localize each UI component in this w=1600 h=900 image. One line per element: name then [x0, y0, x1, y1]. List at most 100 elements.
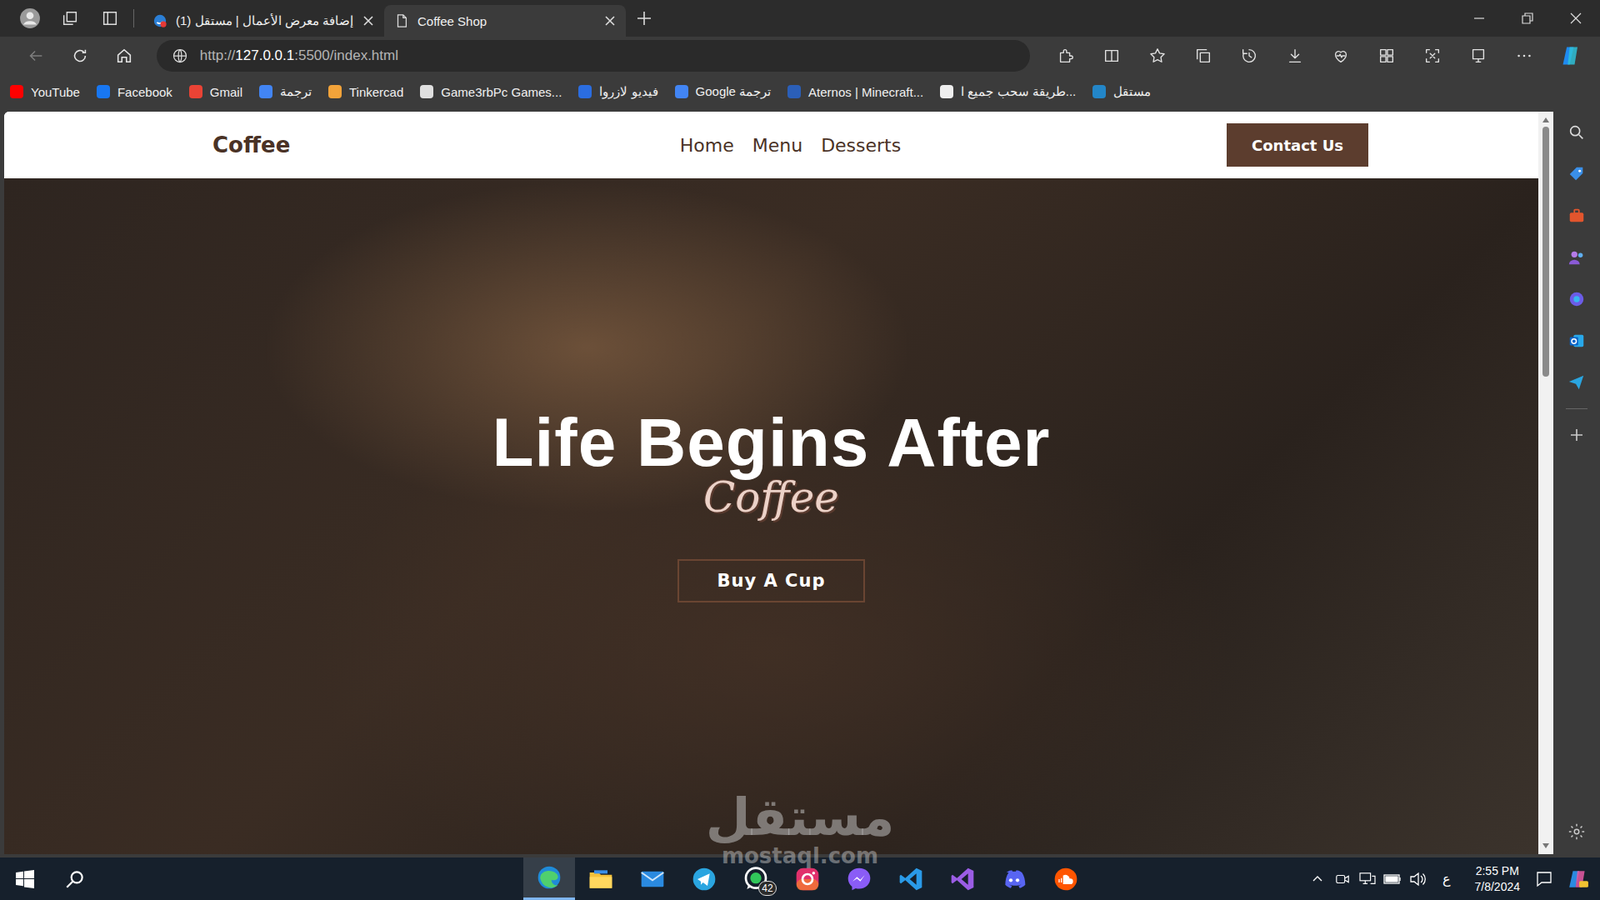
bookmark[interactable]: Google ترجمة [675, 84, 772, 100]
nav-link[interactable]: Desserts [820, 135, 901, 156]
address-bar[interactable]: http://127.0.0.1:5500/index.html [156, 40, 1030, 72]
favorites-icon[interactable] [1135, 39, 1181, 73]
hero-accent: Coffee [703, 475, 840, 521]
back-icon[interactable] [13, 39, 58, 73]
split-screen-icon[interactable] [1089, 39, 1135, 73]
site-logo[interactable]: Coffee [212, 132, 680, 158]
battery-icon[interactable] [1380, 857, 1405, 900]
mail-app-icon[interactable] [626, 857, 679, 900]
bookmark[interactable]: Gmail [189, 85, 243, 100]
bookmark[interactable]: مستقل [1092, 84, 1151, 100]
nav-link[interactable]: Menu [752, 135, 803, 156]
scroll-up-icon[interactable] [1541, 116, 1550, 124]
bookmark-favicon-icon [189, 85, 203, 99]
copilot-sidebar-icon[interactable] [1558, 280, 1595, 319]
scroll-thumb[interactable] [1542, 126, 1550, 377]
show-hidden-icons-icon[interactable] [1305, 857, 1330, 900]
globe-icon [171, 47, 189, 65]
browser-toolbar: http://127.0.0.1:5500/index.html [0, 36, 1600, 75]
more-icon[interactable] [1501, 39, 1548, 73]
bookmark[interactable]: YouTube [10, 85, 80, 100]
restore-icon[interactable] [1503, 0, 1552, 37]
clock-date: 7/8/2024 [1475, 879, 1521, 895]
bookmark[interactable]: فيديو لازروا [578, 84, 658, 100]
outlook-icon[interactable] [1558, 321, 1595, 360]
bookmark[interactable]: Tinkercad [328, 85, 404, 100]
page-icon [394, 13, 410, 29]
downloads-icon[interactable] [1272, 39, 1319, 73]
performance-icon[interactable] [1318, 39, 1365, 73]
close-tab-icon[interactable] [362, 15, 375, 27]
add-icon[interactable] [1558, 415, 1595, 455]
bookmark[interactable]: Aternos | Minecraft... [787, 85, 924, 100]
browser-tab[interactable]: (1) إضافة معرض الأعمال | مستقل [142, 5, 385, 37]
bookmark-label: Gmail [210, 85, 243, 100]
explorer-app-icon[interactable] [575, 857, 627, 900]
home-icon[interactable] [102, 39, 147, 73]
bookmark-label: Game3rbPc Games... [440, 85, 562, 100]
refresh-icon[interactable] [57, 39, 102, 73]
tab-actions-icon[interactable] [90, 1, 130, 35]
input-language[interactable]: ع [1430, 870, 1464, 887]
volume-icon[interactable] [1405, 857, 1430, 900]
visualstudio-app-icon[interactable] [936, 857, 989, 900]
edge-sidebar [1553, 108, 1600, 858]
bookmark-label: Tinkercad [349, 85, 404, 100]
address-text: http://127.0.0.1:5500/index.html [200, 47, 399, 65]
games-icon[interactable] [1558, 238, 1595, 277]
scroll-down-icon[interactable] [1541, 842, 1550, 850]
edge-app-icon[interactable] [523, 857, 575, 900]
clock-time: 2:55 PM [1475, 863, 1520, 880]
copilot-taskbar-icon[interactable] [1556, 857, 1600, 900]
page-scrollbar[interactable] [1538, 111, 1554, 855]
messenger-app-icon[interactable] [833, 857, 885, 900]
bookmark[interactable]: Game3rbPc Games... [420, 85, 562, 100]
bookmark[interactable]: Facebook [96, 85, 173, 100]
tools-icon[interactable] [1558, 196, 1595, 235]
notifications-icon[interactable] [1531, 857, 1557, 900]
extensions-icon[interactable] [1043, 39, 1090, 73]
discord-app-icon[interactable] [988, 857, 1040, 900]
bookmark-favicon-icon [10, 85, 24, 99]
workspaces-icon[interactable] [50, 1, 90, 35]
collections-icon[interactable] [1180, 39, 1227, 73]
vscode-app-icon[interactable] [885, 857, 937, 900]
instagram-app-icon[interactable] [781, 857, 834, 900]
screenshot-icon[interactable] [1410, 39, 1456, 73]
send-icon[interactable] [1558, 363, 1595, 402]
copilot-icon[interactable] [1547, 44, 1597, 68]
bookmark[interactable]: طريقة سحب جميع ا... [940, 84, 1076, 100]
history-icon[interactable] [1226, 39, 1273, 73]
essentials-icon[interactable] [1455, 39, 1502, 73]
contact-button[interactable]: Contact Us [1226, 123, 1369, 167]
new-tab-icon[interactable] [625, 1, 663, 35]
bookmarks-bar: YouTube Facebook Gmail ترجمة Tinkercad Game3r… [0, 75, 1600, 109]
whatsapp-app-icon[interactable]: 42 [730, 857, 782, 900]
telegram-app-icon[interactable] [678, 857, 730, 900]
close-tab-icon[interactable] [604, 15, 616, 27]
search-icon[interactable] [50, 857, 100, 900]
network-icon[interactable] [1355, 857, 1380, 900]
bookmark[interactable]: ترجمة [259, 84, 312, 100]
bookmark-favicon-icon [420, 85, 434, 99]
nav-link[interactable]: Home [680, 135, 735, 156]
bookmark-label: YouTube [30, 85, 80, 100]
apps-icon[interactable] [1364, 39, 1410, 73]
clock[interactable]: 2:55 PM7/8/2024 [1463, 863, 1533, 895]
buy-button[interactable]: Buy A Cup [677, 559, 866, 603]
start-windows-icon[interactable] [0, 857, 50, 900]
bookmark-favicon-icon [675, 85, 689, 99]
shopping-tag-icon[interactable] [1558, 155, 1595, 194]
settings-gear-icon[interactable] [1558, 812, 1595, 851]
soundcloud-app-icon[interactable] [1040, 857, 1092, 900]
search-icon[interactable] [1558, 113, 1595, 152]
meet-now-icon[interactable] [1330, 857, 1355, 900]
bookmark-favicon-icon [328, 85, 342, 99]
profile-icon[interactable] [10, 1, 50, 35]
bookmark-favicon-icon [96, 85, 110, 99]
browser-tab[interactable]: Coffee Shop [384, 5, 626, 37]
bookmark-label: ترجمة [280, 84, 312, 100]
minimize-icon[interactable] [1455, 0, 1504, 37]
mostaql-favicon-icon [152, 13, 168, 29]
close-window-icon[interactable] [1551, 0, 1600, 37]
